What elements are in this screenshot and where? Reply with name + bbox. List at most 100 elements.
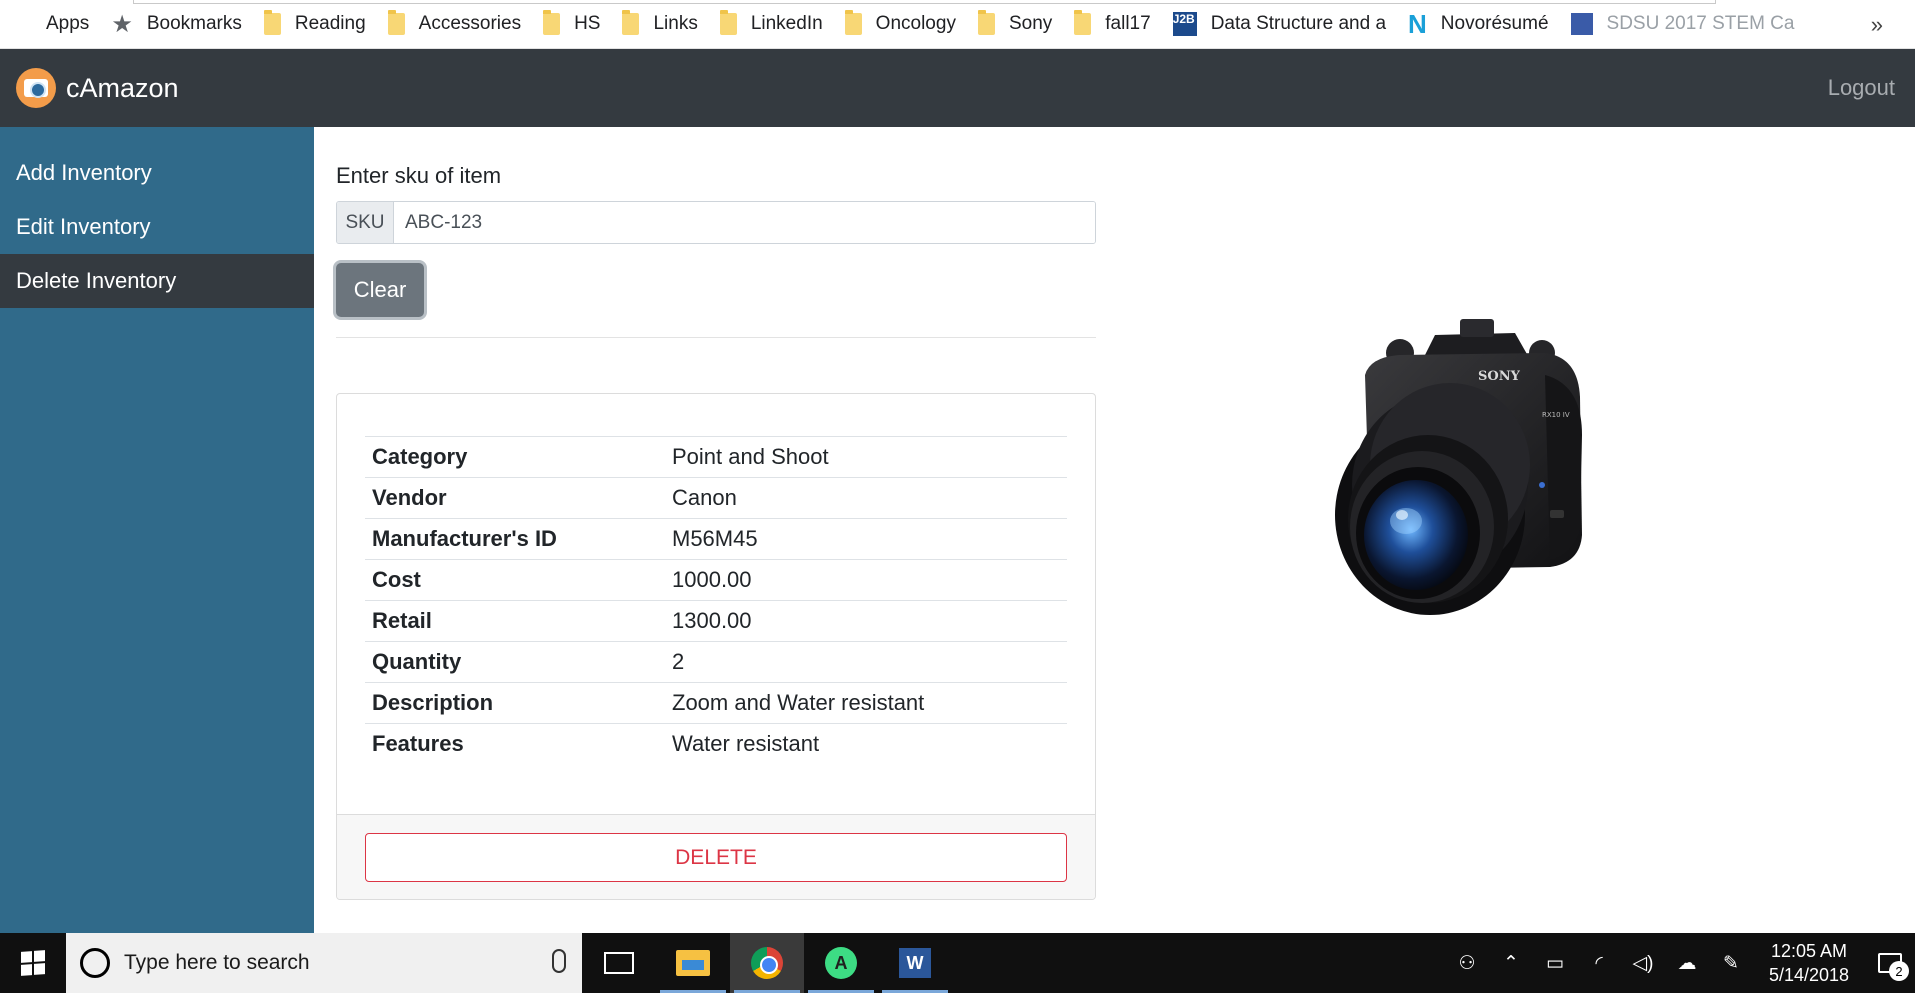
action-center-button[interactable]: 2 [1865, 953, 1915, 981]
sidebar-item-edit-inventory[interactable]: Edit Inventory [0, 200, 314, 254]
sku-input[interactable] [394, 202, 1095, 243]
clock-time: 12:05 AM [1770, 941, 1848, 961]
onedrive-icon[interactable]: ☁ [1665, 952, 1709, 975]
table-row: Retail 1300.00 [365, 600, 1067, 642]
detail-key: Vendor [365, 477, 665, 519]
item-details-card: Category Point and Shoot Vendor Canon Manufa… [336, 393, 1096, 900]
folder-icon [977, 10, 995, 35]
camera-brand-label: SONY [1478, 369, 1521, 384]
bookmark-label: HS [574, 13, 601, 34]
address-bar-edge [133, 0, 1716, 4]
battery-icon[interactable]: ▭ [1533, 952, 1577, 975]
logout-link[interactable]: Logout [1828, 75, 1895, 101]
table-row: Cost 1000.00 [365, 559, 1067, 601]
pen-icon[interactable]: ✎ [1709, 952, 1753, 975]
bookmark-label: Novorésumé [1440, 13, 1549, 34]
chrome-button[interactable] [730, 933, 804, 993]
table-row: Category Point and Shoot [365, 436, 1067, 478]
chrome-icon [751, 947, 783, 979]
app-navbar: cAmazon Logout [0, 49, 1915, 127]
detail-value: Zoom and Water resistant [665, 682, 1067, 724]
sku-input-group: SKU [336, 201, 1096, 244]
clear-button[interactable]: Clear [336, 263, 424, 317]
table-row: Features Water resistant [365, 723, 1067, 765]
bookmark-linkedin[interactable]: LinkedIn [719, 10, 823, 35]
clock-date: 5/14/2018 [1768, 965, 1850, 985]
camera-logo-icon [16, 68, 56, 108]
bookmark-accessories[interactable]: Accessories [387, 10, 522, 35]
detail-value: Point and Shoot [665, 436, 1067, 478]
task-view-button[interactable] [582, 933, 656, 993]
folder-icon [622, 10, 640, 35]
bookmark-sdsu[interactable]: SDSU 2017 STEM Ca [1570, 13, 1795, 35]
detail-key: Category [365, 436, 665, 478]
cortana-icon [80, 948, 110, 978]
bookmark-reading[interactable]: Reading [263, 10, 366, 35]
bookmark-label: SDSU 2017 STEM Ca [1606, 13, 1795, 34]
microphone-icon[interactable] [552, 949, 566, 973]
sidebar-item-label: Delete Inventory [16, 268, 177, 293]
taskbar-clock[interactable]: 12:05 AM 5/14/2018 [1753, 939, 1865, 987]
bookmark-label: Links [653, 13, 698, 34]
bookmarks-overflow-button[interactable]: » [1871, 12, 1883, 38]
people-icon[interactable]: ⚇ [1445, 952, 1489, 975]
folder-icon [263, 10, 281, 35]
camera-icon: SONY RX10 IV [1335, 319, 1582, 615]
bookmark-oncology[interactable]: Oncology [844, 10, 956, 35]
novoresume-icon: N [1408, 8, 1427, 39]
detail-key: Features [365, 723, 665, 765]
bookmark-novoresume[interactable]: N Novorésumé [1408, 9, 1549, 40]
file-explorer-button[interactable] [656, 933, 730, 993]
bookmark-data-structure[interactable]: J2B Data Structure and a [1172, 12, 1387, 36]
detail-value: Canon [665, 477, 1067, 519]
chevron-up-icon[interactable]: ⌃ [1489, 952, 1533, 975]
bookmark-label: fall17 [1105, 13, 1151, 34]
bookmark-label: Apps [46, 13, 90, 34]
folder-icon [844, 10, 862, 35]
word-button[interactable]: W [878, 933, 952, 993]
bookmark-label: Sony [1008, 13, 1053, 34]
sku-form-label: Enter sku of item [336, 163, 502, 188]
bookmark-hs[interactable]: HS [543, 10, 601, 35]
bookmark-sony[interactable]: Sony [977, 10, 1053, 35]
notification-count-badge: 2 [1889, 961, 1909, 981]
table-row: Vendor Canon [365, 477, 1067, 519]
windows-taskbar: Type here to search A W ⚇ ⌃ ▭ ◜ ◁) ☁ ✎ 1… [0, 933, 1915, 993]
sidebar-item-label: Edit Inventory [16, 214, 151, 239]
table-row: Description Zoom and Water resistant [365, 682, 1067, 724]
sdsu-icon [1570, 13, 1593, 35]
bookmark-bookmarks[interactable]: ★ Bookmarks [111, 10, 242, 39]
table-row: Quantity 2 [365, 641, 1067, 683]
sku-prefix: SKU [337, 202, 394, 243]
item-details-table: Category Point and Shoot Vendor Canon Manufa… [365, 436, 1067, 765]
product-image: SONY RX10 IV [1310, 305, 1590, 625]
j2b-icon: J2B [1172, 12, 1197, 36]
taskbar-search-box[interactable]: Type here to search [66, 933, 582, 993]
wifi-icon[interactable]: ◜ [1577, 952, 1621, 975]
windows-logo-icon [21, 950, 45, 976]
bookmark-apps[interactable]: Apps [10, 13, 89, 35]
sidebar-item-add-inventory[interactable]: Add Inventory [0, 146, 314, 200]
delete-button[interactable]: DELETE [365, 833, 1067, 882]
bookmark-label: Accessories [418, 13, 522, 34]
detail-key: Manufacturer's ID [365, 518, 665, 560]
bookmarks-bar: Apps ★ Bookmarks Reading Accessories HS … [0, 0, 1915, 49]
star-icon: ★ [111, 10, 133, 38]
bookmark-label: Data Structure and a [1210, 13, 1387, 34]
android-studio-button[interactable]: A [804, 933, 878, 993]
bookmark-label: Reading [294, 13, 366, 34]
start-button[interactable] [0, 933, 66, 993]
main-content: Enter sku of item SKU Clear CategoryPoin… [314, 127, 1915, 933]
bookmark-links[interactable]: Links [622, 10, 698, 35]
brand[interactable]: cAmazon [16, 68, 179, 108]
bookmark-fall17[interactable]: fall17 [1074, 10, 1151, 35]
sidebar-item-delete-inventory[interactable]: Delete Inventory [0, 254, 314, 308]
detail-key: Description [365, 682, 665, 724]
apps-grid-icon [10, 13, 32, 35]
camera-model-label: RX10 IV [1542, 411, 1570, 419]
divider [336, 337, 1096, 338]
bookmark-label: Oncology [875, 13, 956, 34]
volume-icon[interactable]: ◁) [1621, 952, 1665, 975]
android-studio-icon: A [825, 947, 857, 979]
item-details-body: Category Point and Shoot Vendor Canon Manufa… [337, 394, 1095, 814]
